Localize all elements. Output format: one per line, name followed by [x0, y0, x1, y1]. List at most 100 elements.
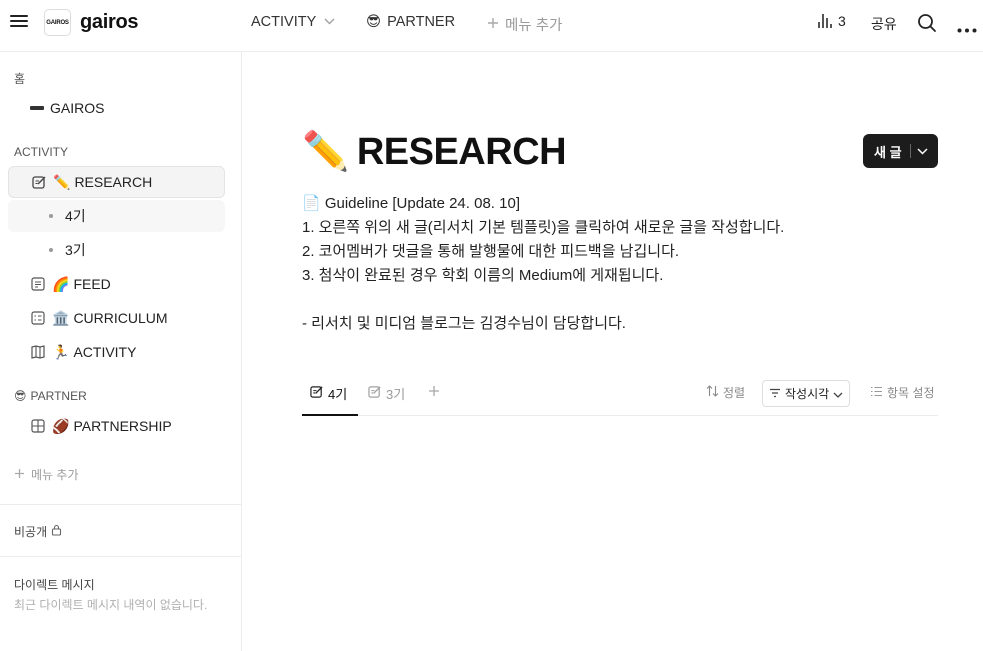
tab-3rd[interactable]: 3기 [368, 384, 405, 403]
share-label: 공유 [871, 16, 897, 32]
add-tab-icon[interactable] [428, 385, 440, 397]
topnav-partner[interactable]: 😎 PARTNER [366, 14, 455, 30]
football-emoji-icon: 🏈 [52, 417, 70, 434]
topnav-activity[interactable]: ACTIVITY [251, 14, 335, 30]
new-post-label: 새 글 [874, 144, 902, 160]
bullet-dot-icon [49, 248, 53, 252]
sidebar-item-research[interactable]: ✏️ RESEARCH [8, 166, 225, 198]
description-line [302, 288, 784, 312]
sidebar-item-partnership[interactable]: 🏈 PARTNERSHIP [8, 410, 225, 442]
sidebar-item-gairos-label: GAIROS [50, 100, 105, 116]
classical-building-emoji-icon: 🏛️ [52, 309, 70, 326]
column-settings-button[interactable]: 항목 설정 [870, 384, 935, 401]
topnav-partner-label: PARTNER [387, 14, 456, 30]
edit-note-icon [31, 174, 47, 190]
description-line: 3. 첨삭이 완료된 경우 학회 이름의 Medium에 게재됩니다. [302, 267, 664, 284]
view-count-value: 3 [838, 13, 846, 29]
partner-emoji-icon: 😎 [366, 14, 382, 30]
sidebar-add-menu-label: 메뉴 추가 [31, 468, 79, 482]
sidebar: 홈 GAIROS ACTIVITY ✏️ RESEARCH 4기 3기 🌈 FE… [0, 52, 242, 651]
partner-section-label-text: PARTNER [30, 389, 87, 403]
edit-note-icon [310, 385, 324, 402]
sidebar-divider [0, 504, 241, 505]
runner-emoji-icon: 🏃 [52, 343, 70, 360]
sidebar-sub-4th-label: 4기 [65, 208, 86, 224]
sidebar-item-curriculum[interactable]: 🏛️ CURRICULUM [8, 302, 225, 334]
private-section[interactable]: 비공개 [14, 523, 62, 540]
page-title-text: RESEARCH [356, 130, 567, 173]
home-section-label: 홈 [14, 72, 26, 86]
filter-icon [769, 387, 781, 401]
sidebar-item-activity[interactable]: 🏃 ACTIVITY [8, 336, 225, 368]
pencil-emoji-icon: ✏️ [302, 131, 349, 173]
share-button[interactable]: 공유 [871, 14, 897, 34]
plus-icon [487, 17, 499, 33]
topnav-activity-label: ACTIVITY [251, 14, 317, 30]
view-count[interactable]: 3 [818, 13, 846, 29]
sidebar-add-menu[interactable]: 메뉴 추가 [14, 466, 79, 483]
rainbow-emoji-icon: 🌈 [52, 275, 70, 292]
filter-label: 작성시각 [785, 387, 830, 401]
activity-section-label: ACTIVITY [14, 145, 69, 159]
lock-icon [51, 524, 62, 539]
sidebar-item-partnership-label: PARTNERSHIP [73, 418, 172, 434]
tab-4th-label: 4기 [328, 387, 348, 402]
sidebar-item-research-label: RESEARCH [74, 174, 153, 190]
description-line: 📄 Guideline [Update 24. 08. 10] [302, 195, 520, 212]
topnav-add-label: 메뉴 추가 [505, 18, 563, 34]
sidebar-item-feed[interactable]: 🌈 FEED [8, 268, 225, 300]
sort-arrows-icon [706, 385, 719, 400]
main-content: ✏️ RESEARCH 새 글 📄 Guideline [Update 24. … [242, 52, 983, 651]
bullet-dot-icon [49, 214, 53, 218]
top-bar: GAIROS gairos ACTIVITY 😎 PARTNER 메뉴 추가 3… [0, 0, 983, 52]
search-icon[interactable] [917, 13, 937, 38]
list-settings-icon [870, 386, 883, 400]
sort-label: 정렬 [723, 386, 746, 400]
logo-mark: GAIROS [46, 19, 69, 26]
description-line: 2. 코어멤버가 댓글을 통해 발행물에 대한 피드백을 남깁니다. [302, 243, 680, 260]
active-tab-underline [302, 414, 358, 416]
gairos-logo-icon [30, 100, 44, 116]
bar-chart-icon [818, 14, 832, 28]
feed-list-icon [30, 276, 46, 292]
chevron-down-icon [833, 387, 843, 401]
sidebar-sub-3rd-label: 3기 [65, 242, 86, 258]
sidebar-item-feed-label: FEED [73, 276, 111, 292]
column-settings-label: 항목 설정 [887, 386, 935, 400]
page-title: ✏️ RESEARCH [302, 130, 567, 174]
chevron-down-icon [324, 16, 335, 28]
map-icon [30, 344, 46, 360]
button-divider [909, 144, 911, 158]
sidebar-divider [0, 556, 241, 557]
sidebar-item-curriculum-label: CURRICULUM [73, 310, 168, 326]
private-label: 비공개 [14, 525, 48, 539]
tab-4th[interactable]: 4기 [310, 384, 347, 403]
plus-icon [14, 468, 25, 482]
hamburger-menu-icon[interactable] [10, 14, 28, 30]
sidebar-item-activity-label: ACTIVITY [73, 344, 137, 360]
topnav-add-menu[interactable]: 메뉴 추가 [487, 14, 562, 35]
checklist-icon [30, 310, 46, 326]
description-line: 1. 오른쪽 위의 새 글(리서치 기본 템플릿)을 클릭하여 새로운 글을 작… [302, 219, 785, 236]
new-post-button[interactable]: 새 글 [863, 134, 938, 168]
board-tabs: 4기 3기 정렬 작성시각 항목 설정 [302, 378, 938, 416]
page-description: 📄 Guideline [Update 24. 08. 10] 1. 오른쪽 위… [302, 192, 784, 336]
logo[interactable]: GAIROS [44, 9, 71, 36]
dm-empty-message: 최근 다이렉트 메시지 내역이 없습니다. [14, 598, 208, 612]
chevron-down-icon[interactable] [917, 142, 928, 160]
tab-3rd-label: 3기 [386, 387, 406, 402]
sort-button[interactable]: 정렬 [706, 384, 745, 401]
dm-section-title: 다이렉트 메시지 [14, 578, 95, 592]
edit-note-icon [368, 385, 382, 402]
sidebar-sub-3rd[interactable]: 3기 [8, 234, 225, 266]
pencil-emoji-icon: ✏️ [53, 173, 71, 190]
description-line: - 리서치 및 미디엄 블로그는 김경수님이 담당합니다. [302, 315, 626, 332]
partner-emoji-icon: 😎 [14, 389, 27, 403]
more-options-icon[interactable] [957, 20, 977, 38]
partner-section-label: 😎 PARTNER [14, 389, 87, 403]
sidebar-item-gairos[interactable]: GAIROS [8, 92, 225, 124]
filter-dropdown[interactable]: 작성시각 [762, 380, 851, 407]
grid-icon [30, 418, 46, 434]
sidebar-sub-4th[interactable]: 4기 [8, 200, 225, 232]
brand-name[interactable]: gairos [80, 11, 139, 34]
